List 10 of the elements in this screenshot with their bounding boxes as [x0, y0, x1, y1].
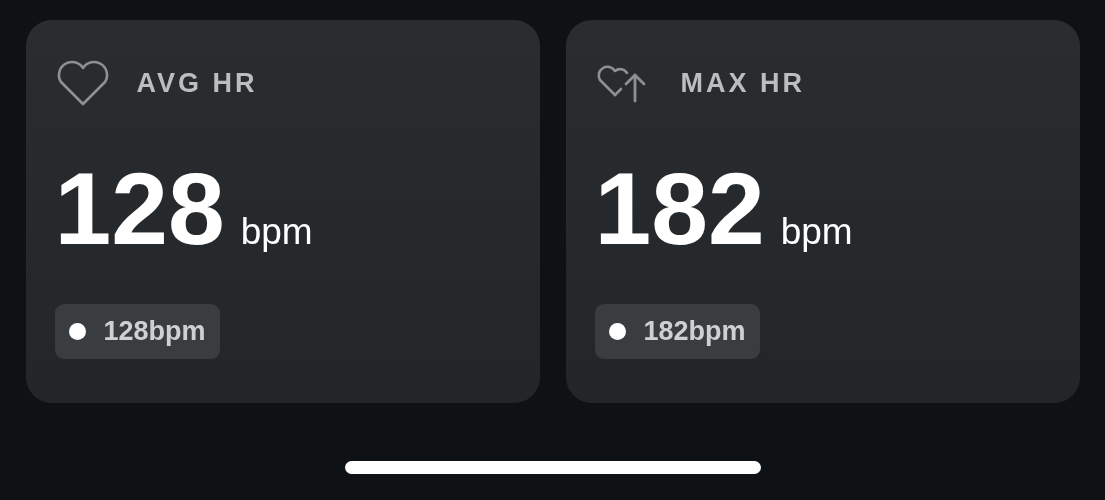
stat-label: MAX HR — [680, 67, 805, 99]
value-chip: 182bpm — [594, 304, 760, 359]
dot-icon — [68, 323, 86, 340]
value-chip: 128bpm — [54, 304, 220, 359]
stat-label: AVG HR — [136, 67, 258, 99]
stat-unit: bpm — [780, 211, 853, 253]
dot-icon — [608, 323, 626, 340]
stat-value: 182 — [594, 158, 765, 260]
stat-value: 128 — [54, 158, 225, 260]
stat-unit: bpm — [240, 211, 313, 253]
